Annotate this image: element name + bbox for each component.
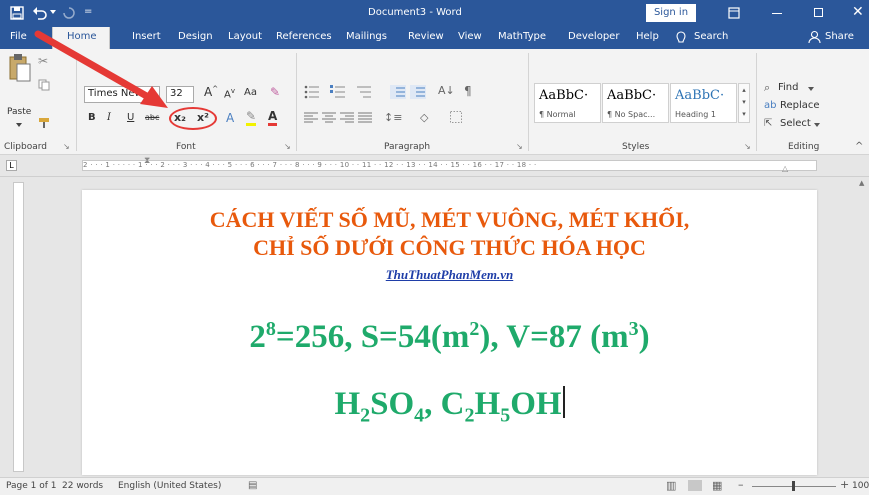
annotation-arrow: [34, 30, 168, 108]
